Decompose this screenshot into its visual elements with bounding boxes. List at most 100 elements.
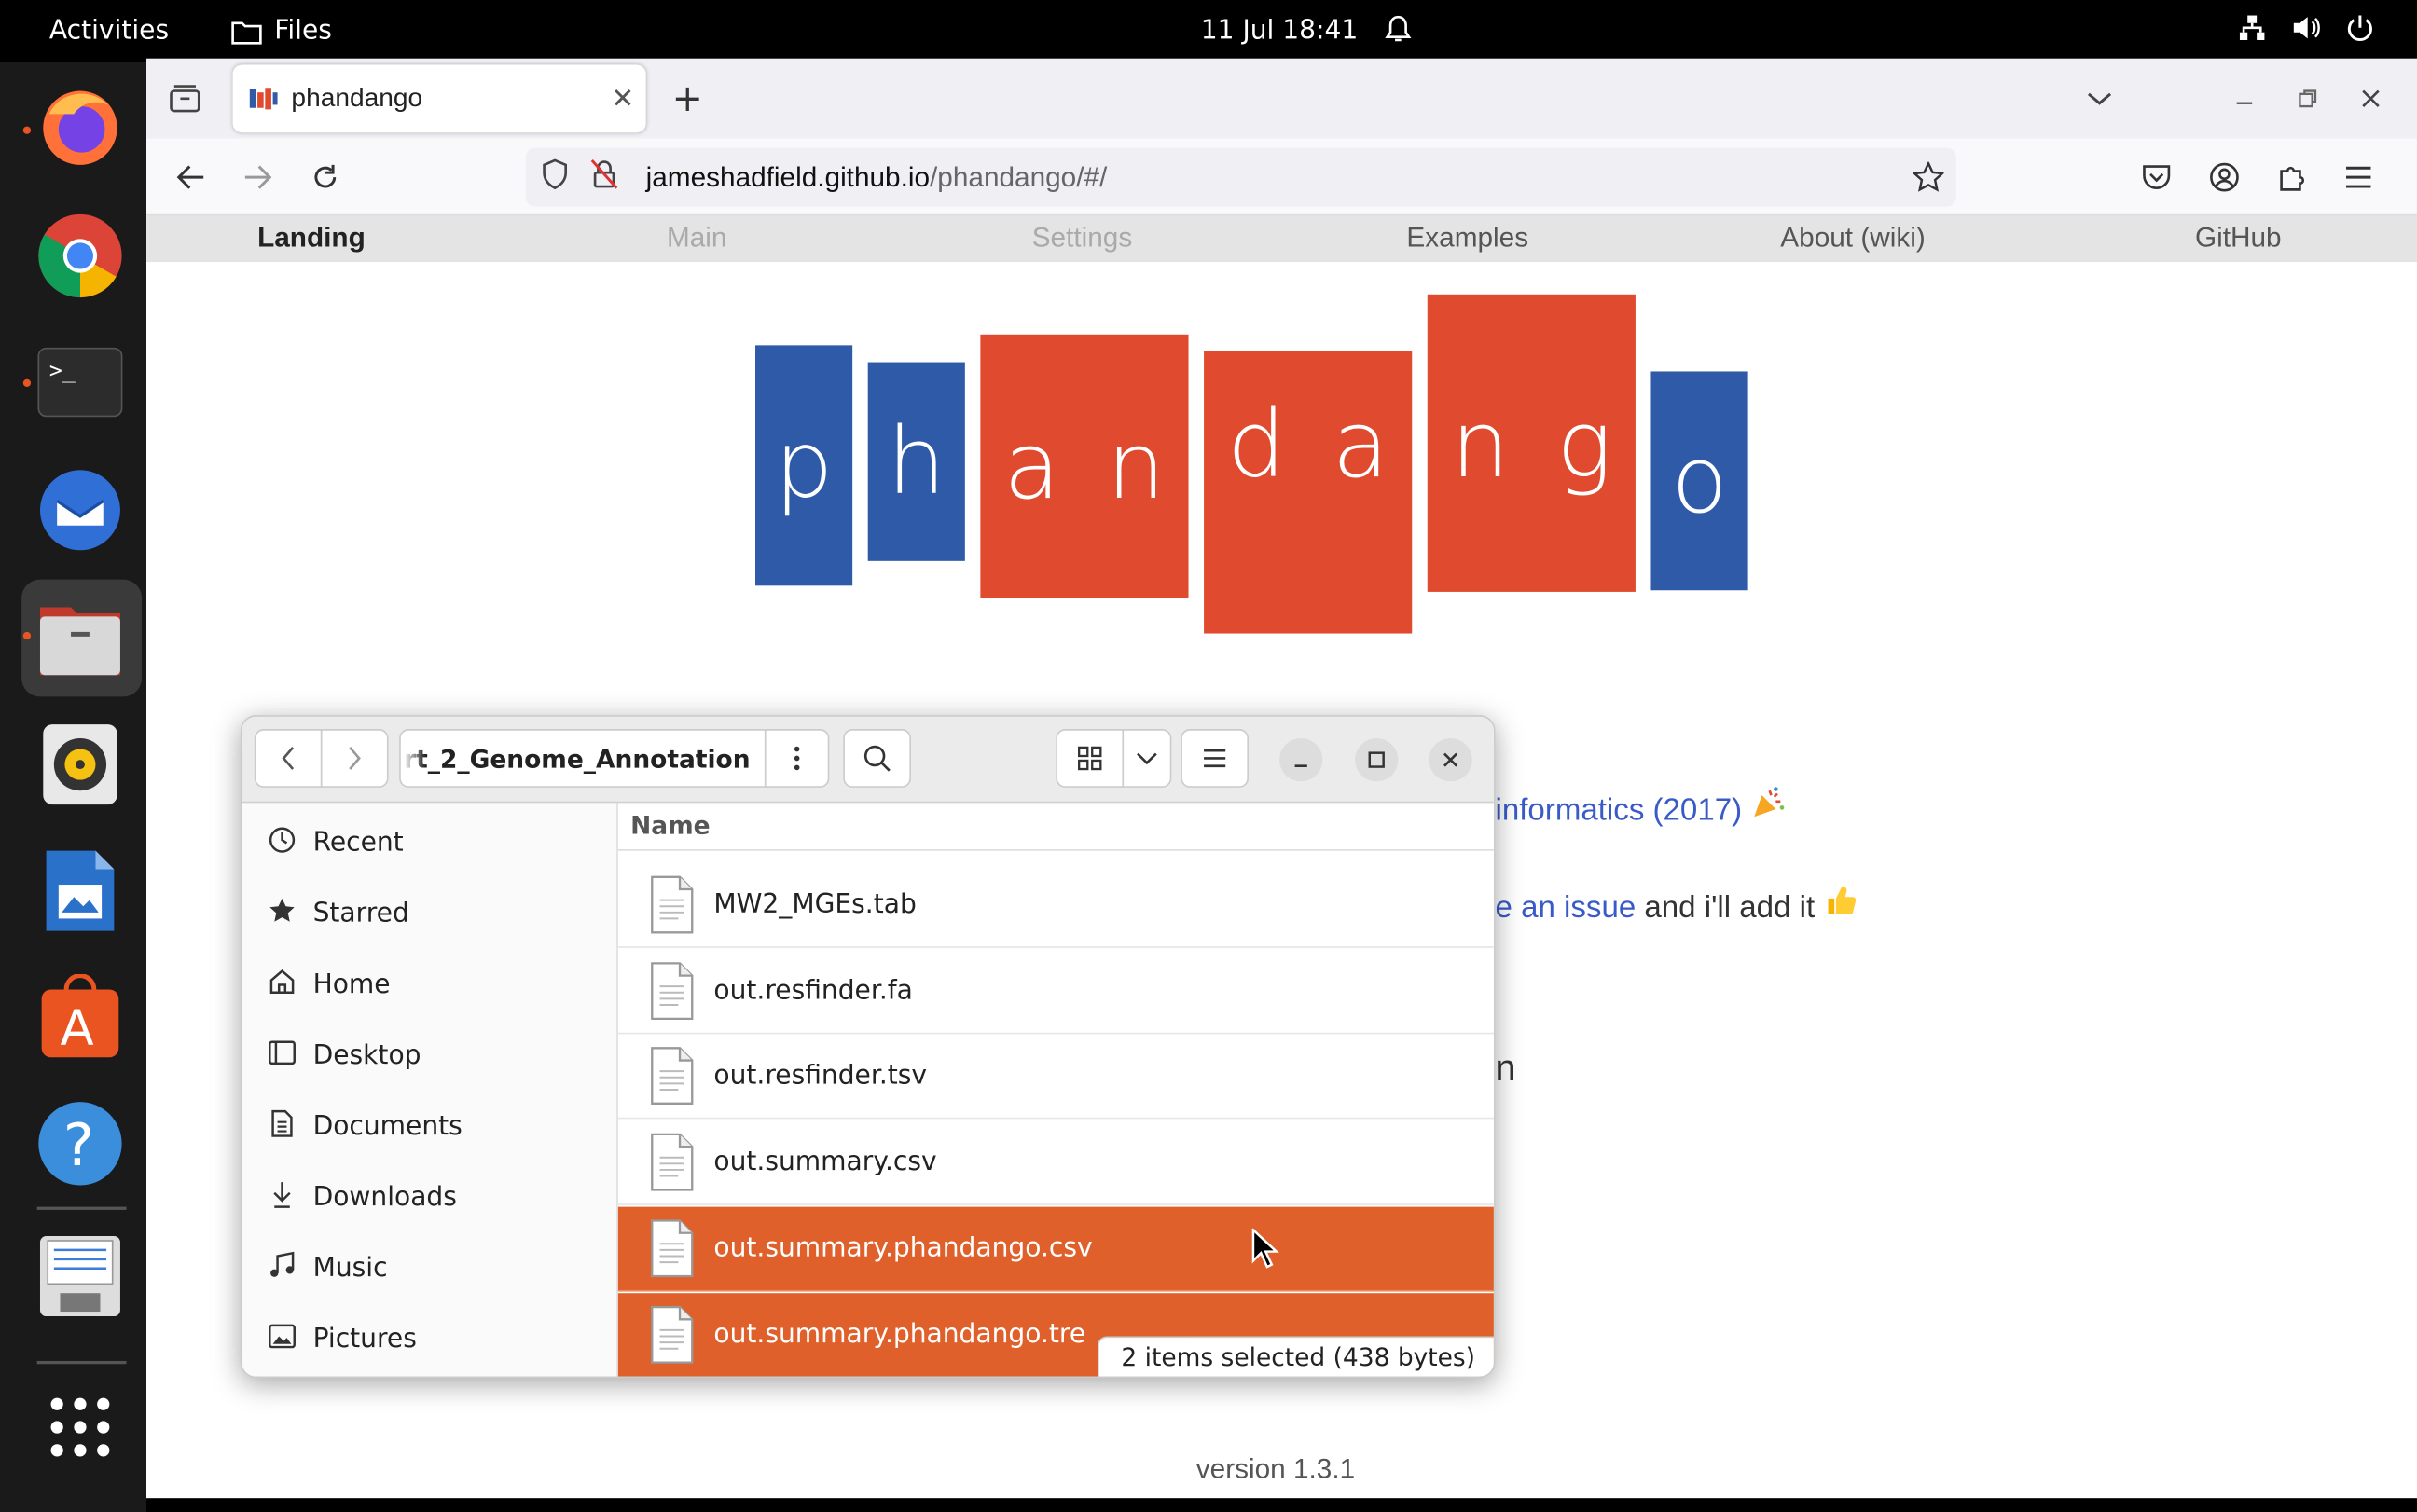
sidebar-item-documents[interactable]: Documents: [267, 1102, 463, 1151]
account-icon[interactable]: [2202, 154, 2248, 200]
view-grid-button[interactable]: [1056, 729, 1125, 788]
volume-icon: [2293, 17, 2320, 39]
activities-button[interactable]: Activities: [49, 16, 169, 47]
logo-letter: d: [1226, 391, 1286, 500]
pocket-icon[interactable]: [2134, 154, 2180, 200]
sidebar-item-desktop[interactable]: Desktop: [267, 1031, 421, 1080]
app-menu-files[interactable]: Files: [231, 16, 332, 47]
chrome-icon[interactable]: [34, 210, 126, 302]
close-button[interactable]: [1429, 737, 1472, 782]
citation-link[interactable]: informatics (2017): [1496, 794, 1743, 828]
list-all-tabs-icon[interactable]: [2077, 76, 2123, 122]
view-options-button[interactable]: [1122, 729, 1172, 788]
notification-bell-icon[interactable]: [1384, 14, 1412, 52]
nav-about-wiki[interactable]: About (wiki): [1699, 222, 2008, 254]
search-icon: [863, 745, 891, 772]
main-menu-button[interactable]: [1181, 729, 1250, 788]
svg-text:>_: >_: [49, 359, 76, 383]
downloads-icon: [267, 1181, 297, 1215]
clock[interactable]: 11 Jul 18:41: [1201, 16, 1359, 47]
running-indicator: [22, 378, 32, 388]
sidebar-item-pictures[interactable]: Pictures: [267, 1314, 417, 1364]
power-icon: [2347, 15, 2372, 41]
logo-letter: p: [755, 345, 853, 586]
rhythmbox-icon[interactable]: [34, 718, 126, 810]
shield-icon[interactable]: [541, 158, 578, 196]
documents-icon: [267, 1109, 297, 1143]
minimize-button[interactable]: [1279, 737, 1323, 782]
sidebar-label: Home: [312, 969, 391, 1001]
tab-close-icon[interactable]: ✕: [600, 82, 646, 115]
path-bar[interactable]: rt_2_Genome_Annotation: [399, 729, 767, 788]
forward-button[interactable]: [320, 729, 389, 788]
back-button[interactable]: [254, 729, 323, 788]
app-name: Files: [274, 15, 332, 47]
text-file-icon: [651, 875, 694, 934]
sidebar-label: Pictures: [312, 1324, 417, 1355]
nav-github[interactable]: GitHub: [2084, 222, 2393, 254]
url-host: jameshadfield.github.io: [645, 160, 931, 192]
grid-view-icon: [1078, 746, 1102, 771]
issue-link[interactable]: e an issue: [1496, 891, 1637, 925]
back-icon[interactable]: [168, 154, 214, 200]
nav-settings[interactable]: Settings: [928, 222, 1236, 254]
sidebar-item-starred[interactable]: Starred: [267, 889, 409, 939]
hamburger-icon: [1204, 749, 1226, 768]
restore-icon[interactable]: [2285, 76, 2331, 122]
sidebar-item-downloads[interactable]: Downloads: [267, 1173, 457, 1222]
heading-fragment: n: [1495, 1048, 1516, 1090]
issue-line: e an issue and i'll add it: [1496, 883, 1858, 926]
reload-icon[interactable]: [302, 154, 349, 200]
nav-examples[interactable]: Examples: [1313, 222, 1622, 254]
app-center-icon[interactable]: A: [34, 971, 126, 1064]
files-icon[interactable]: [34, 592, 126, 684]
clock-icon: [267, 826, 297, 859]
maximize-icon: [1368, 751, 1385, 768]
app-grid-icon[interactable]: [34, 1381, 126, 1473]
home-icon: [267, 968, 297, 1001]
file-row[interactable]: out.resfinder.fa: [617, 949, 1494, 1035]
network-icon: [2239, 15, 2265, 40]
sidebar-label: Music: [312, 1253, 388, 1285]
file-row[interactable]: out.summary.csv: [617, 1120, 1494, 1205]
url-bar[interactable]: jameshadfield.github.io/phandango/#/: [525, 147, 1956, 207]
minimize-icon[interactable]: [2221, 76, 2268, 122]
column-header-name[interactable]: Name: [617, 803, 1494, 851]
maximize-button[interactable]: [1355, 737, 1399, 782]
logo-block-da: d a: [1204, 351, 1413, 634]
file-row[interactable]: out.resfinder.tsv: [617, 1034, 1494, 1120]
thunderbird-icon[interactable]: [34, 462, 126, 555]
writer-icon[interactable]: [34, 845, 126, 937]
new-tab-icon[interactable]: +: [664, 76, 711, 122]
file-row-selected[interactable]: out.summary.phandango.csv: [617, 1206, 1494, 1292]
floppy-icon[interactable]: [34, 1230, 126, 1322]
logo-block-ng: n g: [1427, 294, 1636, 592]
extensions-icon[interactable]: [2269, 154, 2315, 200]
sidebar-item-music[interactable]: Music: [267, 1244, 388, 1293]
file-name: out.summary.csv: [713, 1147, 937, 1178]
file-row[interactable]: MW2_MGEs.tab: [617, 863, 1494, 948]
nav-main[interactable]: Main: [543, 222, 851, 254]
firefox-icon[interactable]: [34, 80, 126, 172]
search-button[interactable]: [843, 729, 911, 788]
nav-landing[interactable]: Landing: [158, 222, 466, 254]
tab-overview-icon[interactable]: [162, 76, 209, 122]
top-bar: Activities Files 11 Jul 18:41: [0, 0, 2417, 62]
bookmark-star-icon[interactable]: [1912, 160, 1945, 200]
help-icon[interactable]: ?: [34, 1097, 126, 1189]
forward-icon[interactable]: [234, 154, 281, 200]
files-sidebar: Recent Starred Home Desktop Documents Do…: [242, 803, 618, 1377]
selection-status: 2 items selected (438 bytes): [1098, 1336, 1494, 1377]
sidebar-item-recent[interactable]: Recent: [267, 818, 404, 868]
hamburger-menu-icon[interactable]: [2335, 154, 2382, 200]
insecure-lock-icon[interactable]: [590, 158, 630, 196]
terminal-icon[interactable]: >_: [34, 336, 126, 428]
system-tray[interactable]: [2238, 14, 2373, 42]
tab-bar: phandango ✕ +: [146, 58, 2417, 139]
sidebar-label: Starred: [312, 898, 409, 930]
svg-text:A: A: [60, 1000, 93, 1057]
sidebar-item-home[interactable]: Home: [267, 960, 391, 1010]
close-window-icon[interactable]: [2348, 76, 2395, 122]
path-menu-button[interactable]: [764, 729, 830, 788]
tab-phandango[interactable]: phandango ✕: [232, 64, 646, 133]
